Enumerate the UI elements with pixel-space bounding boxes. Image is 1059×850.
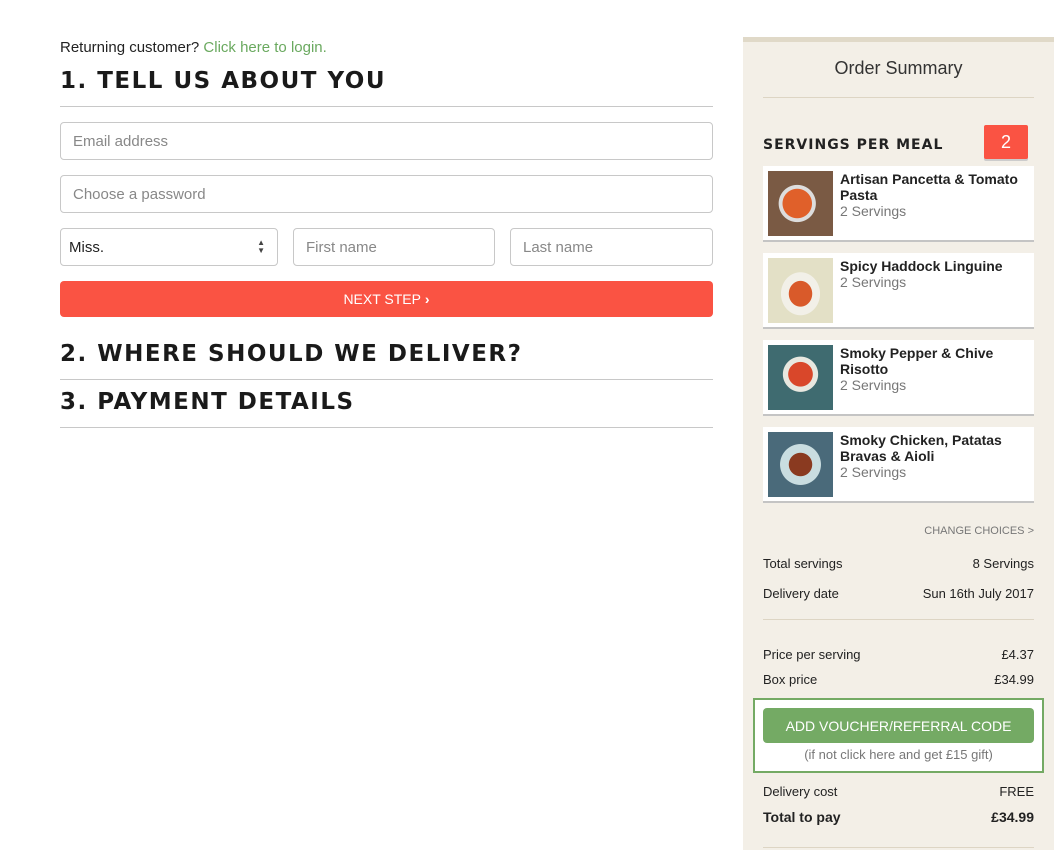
select-arrows-icon: ▲ ▼ (257, 238, 265, 255)
add-voucher-button[interactable]: ADD VOUCHER/REFERRAL CODE (763, 708, 1034, 743)
title-select[interactable]: Miss. ▲ ▼ (60, 228, 278, 266)
email-input[interactable]: Email address (60, 122, 713, 160)
step-3-heading[interactable]: 3. PAYMENT DETAILS (60, 389, 713, 428)
order-summary: Order Summary SERVINGS PER MEAL 2 Artisa… (743, 37, 1054, 850)
meal-image (768, 432, 833, 497)
servings-per-meal-label: SERVINGS PER MEAL (763, 137, 944, 153)
meal-image (768, 345, 833, 410)
meal-item: Spicy Haddock Linguine 2 Servings (763, 253, 1034, 329)
change-choices-link[interactable]: CHANGE CHOICES > (924, 525, 1034, 537)
first-name-input[interactable]: First name (293, 228, 495, 266)
delivery-cost-row: Delivery cost FREE (763, 784, 1034, 799)
password-input[interactable]: Choose a password (60, 175, 713, 213)
order-summary-title: Order Summary (834, 58, 963, 78)
servings-badge[interactable]: 2 (984, 125, 1028, 159)
divider (763, 847, 1034, 848)
delivery-date-row: Delivery date Sun 16th July 2017 (763, 586, 1034, 601)
voucher-box: ADD VOUCHER/REFERRAL CODE (if not click … (753, 698, 1044, 773)
total-row: Total to pay £34.99 (763, 809, 1034, 825)
meal-item: Smoky Pepper & Chive Risotto 2 Servings (763, 340, 1034, 416)
login-link[interactable]: Click here to login. (203, 39, 326, 56)
voucher-gift-link[interactable]: (if not click here and get £15 gift) (755, 747, 1042, 762)
meal-image (768, 171, 833, 236)
last-name-input[interactable]: Last name (510, 228, 713, 266)
step-1-heading: 1. TELL US ABOUT YOU (60, 68, 713, 107)
box-price-row: Box price £34.99 (763, 672, 1034, 687)
divider (763, 97, 1034, 98)
meal-image (768, 258, 833, 323)
divider (763, 619, 1034, 620)
chevron-right-icon: › (424, 291, 430, 307)
total-servings-row: Total servings 8 Servings (763, 556, 1034, 571)
returning-customer: Returning customer? Click here to login. (60, 39, 327, 56)
meal-item: Smoky Chicken, Patatas Bravas & Aioli 2 S… (763, 427, 1034, 503)
step-2-heading[interactable]: 2. WHERE SHOULD WE DELIVER? (60, 341, 713, 380)
meal-item: Artisan Pancetta & Tomato Pasta 2 Serving… (763, 166, 1034, 242)
price-per-serving-row: Price per serving £4.37 (763, 647, 1034, 662)
next-step-button[interactable]: NEXT STEP › (60, 281, 713, 317)
